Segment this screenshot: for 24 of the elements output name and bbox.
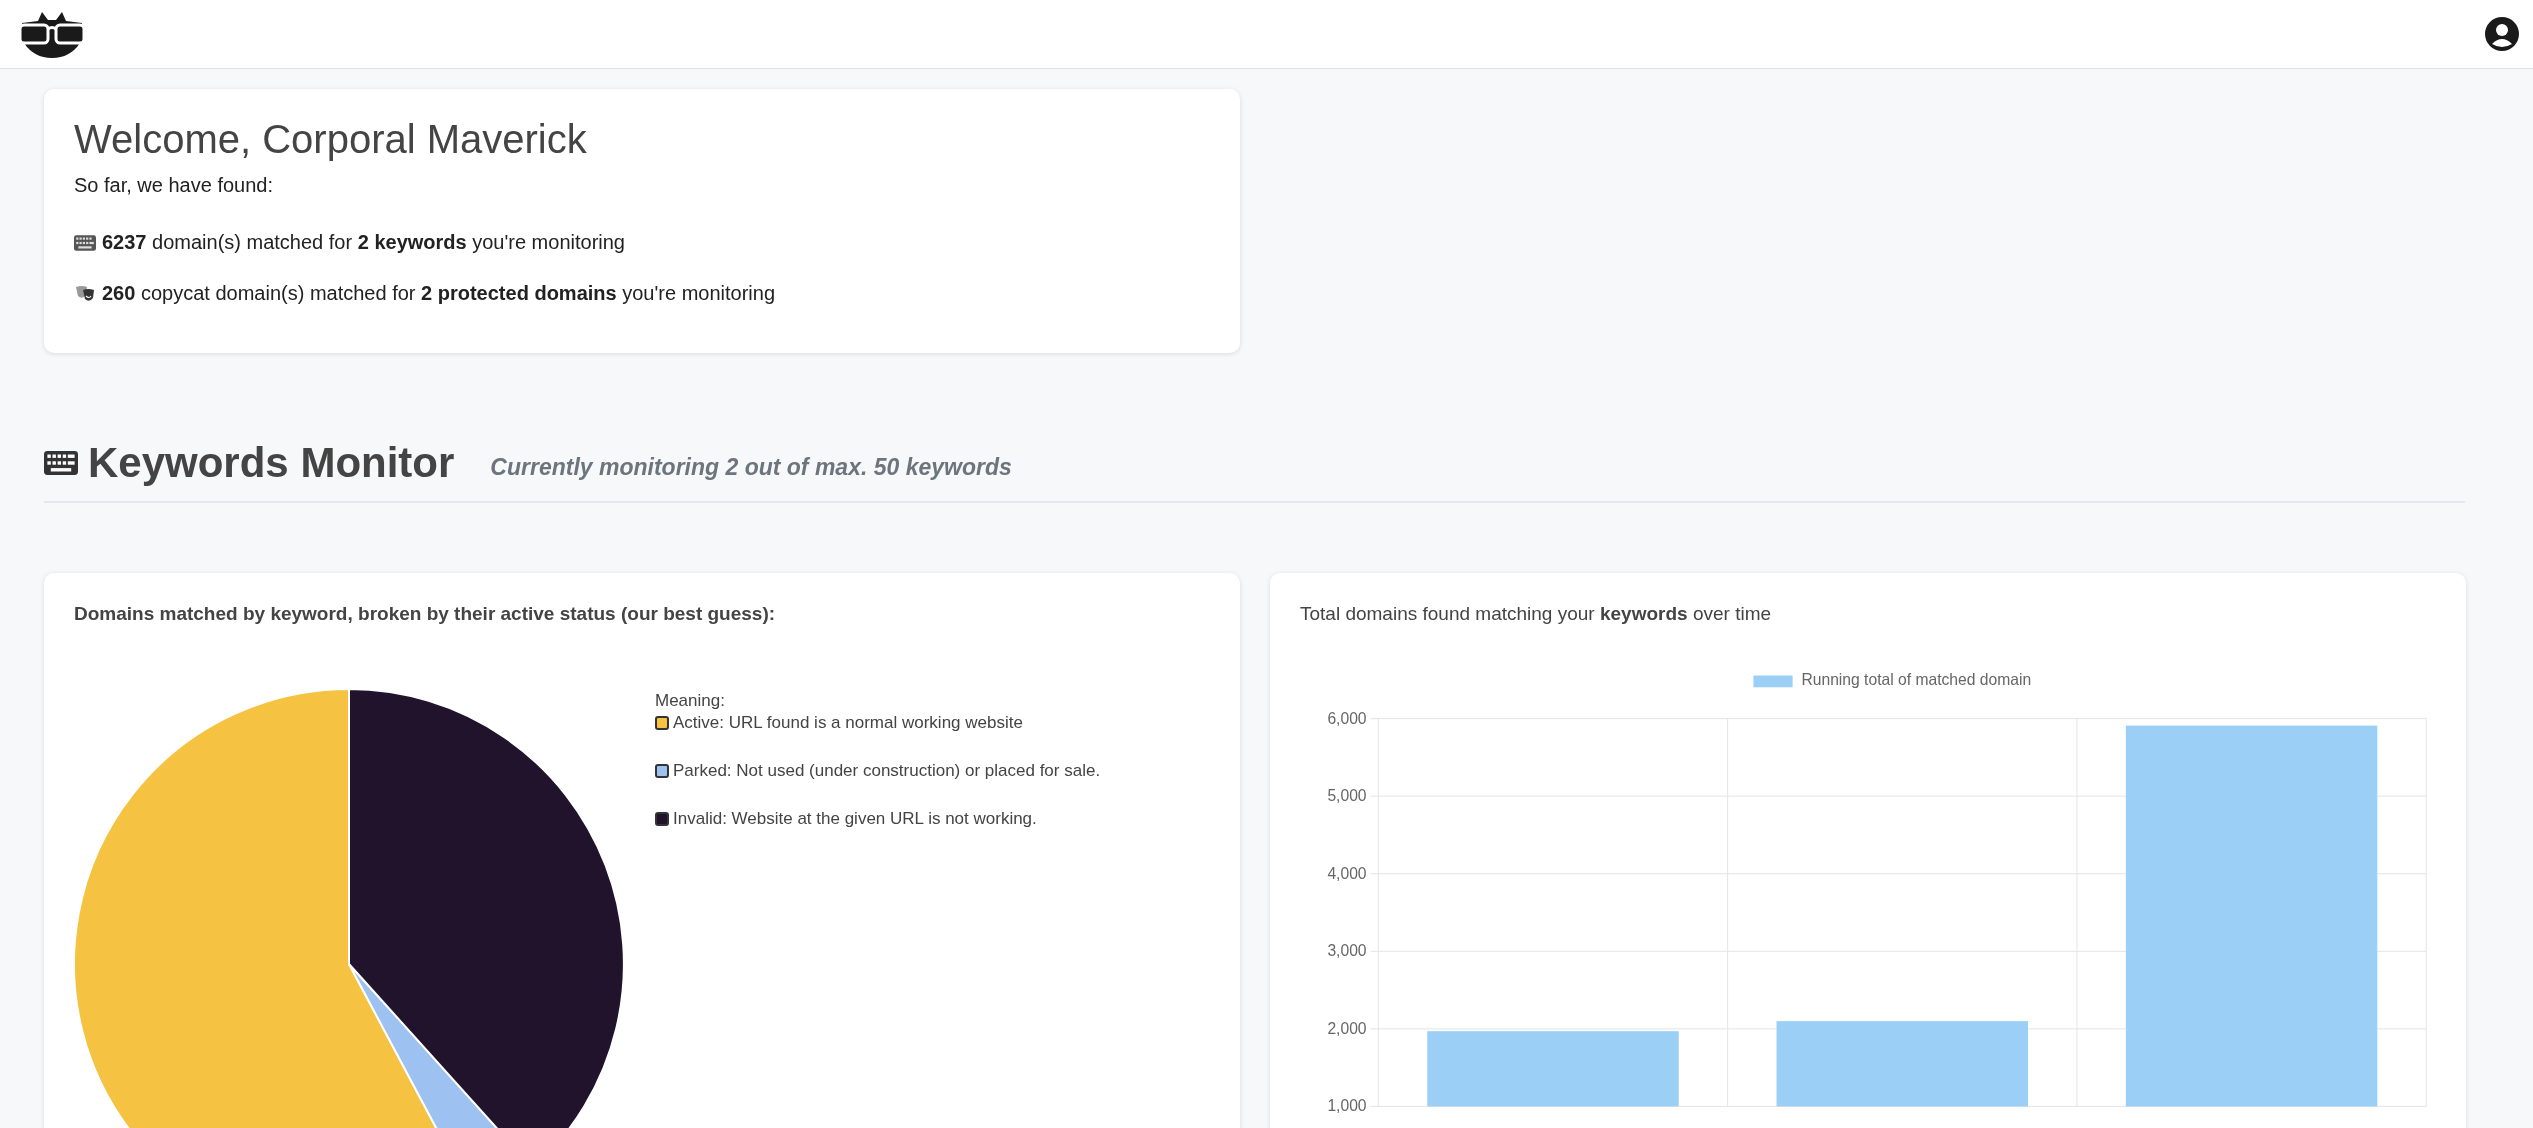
legend-title: Meaning: (655, 691, 726, 711)
welcome-title: Welcome, Corporal Maverick (74, 117, 588, 162)
legend-label: Invalid: Website at the given URL is not working. (673, 809, 1037, 829)
axis-tick-label: 4,000 (1327, 864, 1367, 882)
section-title: Keywords Monitor (88, 439, 455, 487)
axis-tick-label: 1,000 (1327, 1097, 1367, 1115)
user-account-icon[interactable] (2485, 17, 2519, 51)
keyboard-icon (44, 451, 78, 475)
card-title: Total domains found matching your keywords over time (1300, 603, 1773, 625)
axis-tick-label: 3,000 (1327, 942, 1367, 960)
axis-tick-label: 5,000 (1327, 787, 1367, 805)
section-subtitle: Currently monitoring 2 out of max. 50 keywords (490, 452, 1012, 481)
intro-text: So far, we have found: (74, 174, 275, 197)
keyboard-icon (74, 234, 96, 251)
summary-text: 6237 domain(s) matched for 2 keywords you're monitoring (102, 231, 625, 254)
axis-tick-label: 2,000 (1327, 1019, 1367, 1037)
axis-tick-label: 6,000 (1327, 709, 1367, 727)
masks-icon (74, 285, 96, 302)
legend-label: Active: URL found is a normal working website (673, 713, 1023, 733)
legend-swatch (1753, 675, 1793, 688)
legend-label: Running total of matched domain (1801, 671, 2032, 689)
summary-text: 260 copycat domain(s) matched for 2 protected domains you're monitoring (102, 282, 775, 305)
legend-label: Parked: Not used (under construction) or placed for sale. (673, 761, 1101, 781)
card-title: Domains matched by keyword, broken by their active status (our best guess): (74, 603, 777, 625)
